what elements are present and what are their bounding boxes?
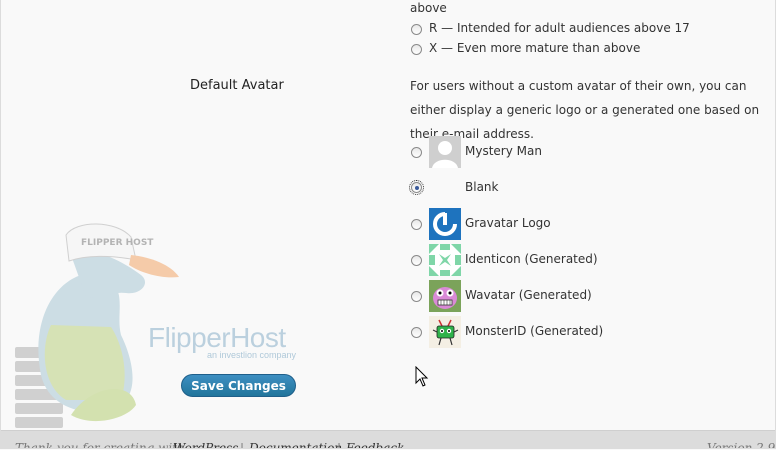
footer-feedback-link[interactable]: Feedback — [346, 441, 404, 448]
footer-documentation-link[interactable]: Documentation — [249, 441, 342, 448]
identicon-icon — [429, 244, 461, 276]
avatar-gravatar-label: Gravatar Logo — [465, 216, 551, 230]
avatar-gravatar-radio[interactable] — [411, 219, 422, 230]
admin-footer: Thank you for creating with WordPress | … — [1, 430, 775, 449]
avatar-mystery-man-label: Mystery Man — [465, 144, 542, 158]
footer-version-text: Version 2.9 — [707, 441, 775, 449]
avatar-blank-radio[interactable] — [409, 180, 424, 195]
rating-partial-text: above — [410, 1, 447, 15]
save-changes-button[interactable]: Save Changes — [181, 374, 296, 397]
avatar-blank-label: Blank — [465, 180, 499, 194]
blank-icon — [429, 172, 461, 204]
rating-x-radio[interactable] — [411, 44, 422, 55]
rating-r-label: R — Intended for adult audiences above 1… — [429, 21, 690, 35]
settings-page: FLIPPER HOST FlipperHost an investlion c… — [0, 0, 776, 449]
default-avatar-heading: Default Avatar — [190, 78, 284, 93]
footer-thanks-text: Thank you for creating with — [15, 441, 185, 449]
avatar-mystery-man-radio[interactable] — [411, 147, 422, 158]
mouse-cursor-icon — [415, 365, 429, 388]
footer-wordpress-link[interactable]: WordPress — [173, 441, 238, 448]
rating-x-label: X — Even more mature than above — [429, 41, 641, 55]
avatar-monsterid-label: MonsterID (Generated) — [465, 324, 604, 338]
gravatar-logo-icon — [429, 208, 461, 240]
avatar-identicon-label: Identicon (Generated) — [465, 252, 598, 266]
footer-separator: | — [240, 441, 245, 449]
avatar-wavatar-label: Wavatar (Generated) — [465, 288, 592, 302]
footer-separator: | — [337, 441, 342, 449]
avatar-monsterid-radio[interactable] — [411, 327, 422, 338]
wavatar-icon — [429, 280, 461, 312]
default-avatar-description: For users without a custom avatar of the… — [410, 79, 760, 141]
monsterid-icon — [429, 316, 461, 348]
cap-text: FLIPPER HOST — [81, 238, 154, 248]
mystery-man-icon — [429, 136, 461, 168]
flipperhost-tagline: an investlion company — [207, 350, 297, 360]
rating-r-radio[interactable] — [411, 24, 422, 35]
avatar-identicon-radio[interactable] — [411, 255, 422, 266]
avatar-wavatar-radio[interactable] — [411, 291, 422, 302]
